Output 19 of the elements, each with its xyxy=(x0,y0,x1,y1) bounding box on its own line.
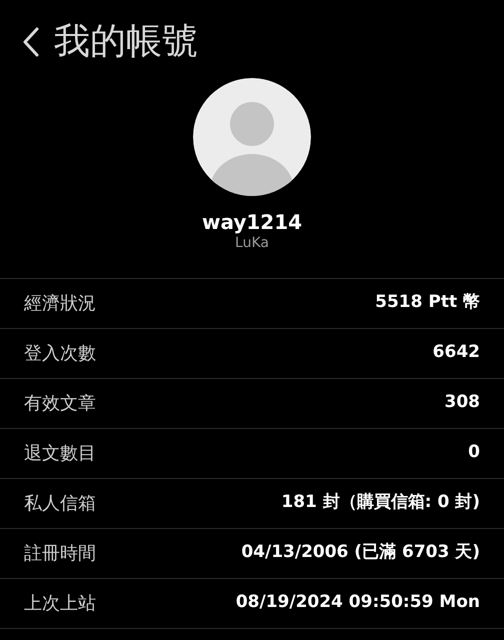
row-value: 6642 xyxy=(432,341,480,364)
row-value: 04/13/2006 (已滿 6703 天) xyxy=(241,541,480,564)
row-label: 登入次數 xyxy=(24,342,96,366)
row-value: 08/19/2024 09:50:59 Mon xyxy=(236,591,480,614)
row-value: 181 封（購買信箱: 0 封) xyxy=(281,491,480,514)
row-label: 有效文章 xyxy=(24,392,96,416)
row-label: 私人信箱 xyxy=(24,492,96,516)
row-label: 註冊時間 xyxy=(24,542,96,566)
back-icon[interactable] xyxy=(22,27,40,57)
avatar-icon xyxy=(193,78,311,196)
username: way1214 xyxy=(202,210,302,235)
row-label: 經濟狀況 xyxy=(24,292,96,316)
row-label: 退文數目 xyxy=(24,442,96,466)
row-label: 上次上站 xyxy=(24,592,96,616)
page-title: 我的帳號 xyxy=(54,24,198,60)
row-value: 0 xyxy=(468,441,480,464)
row-value: 5518 Ptt 幣 xyxy=(375,291,480,314)
nickname: LuKa xyxy=(235,235,269,252)
row-value: 308 xyxy=(444,391,480,414)
